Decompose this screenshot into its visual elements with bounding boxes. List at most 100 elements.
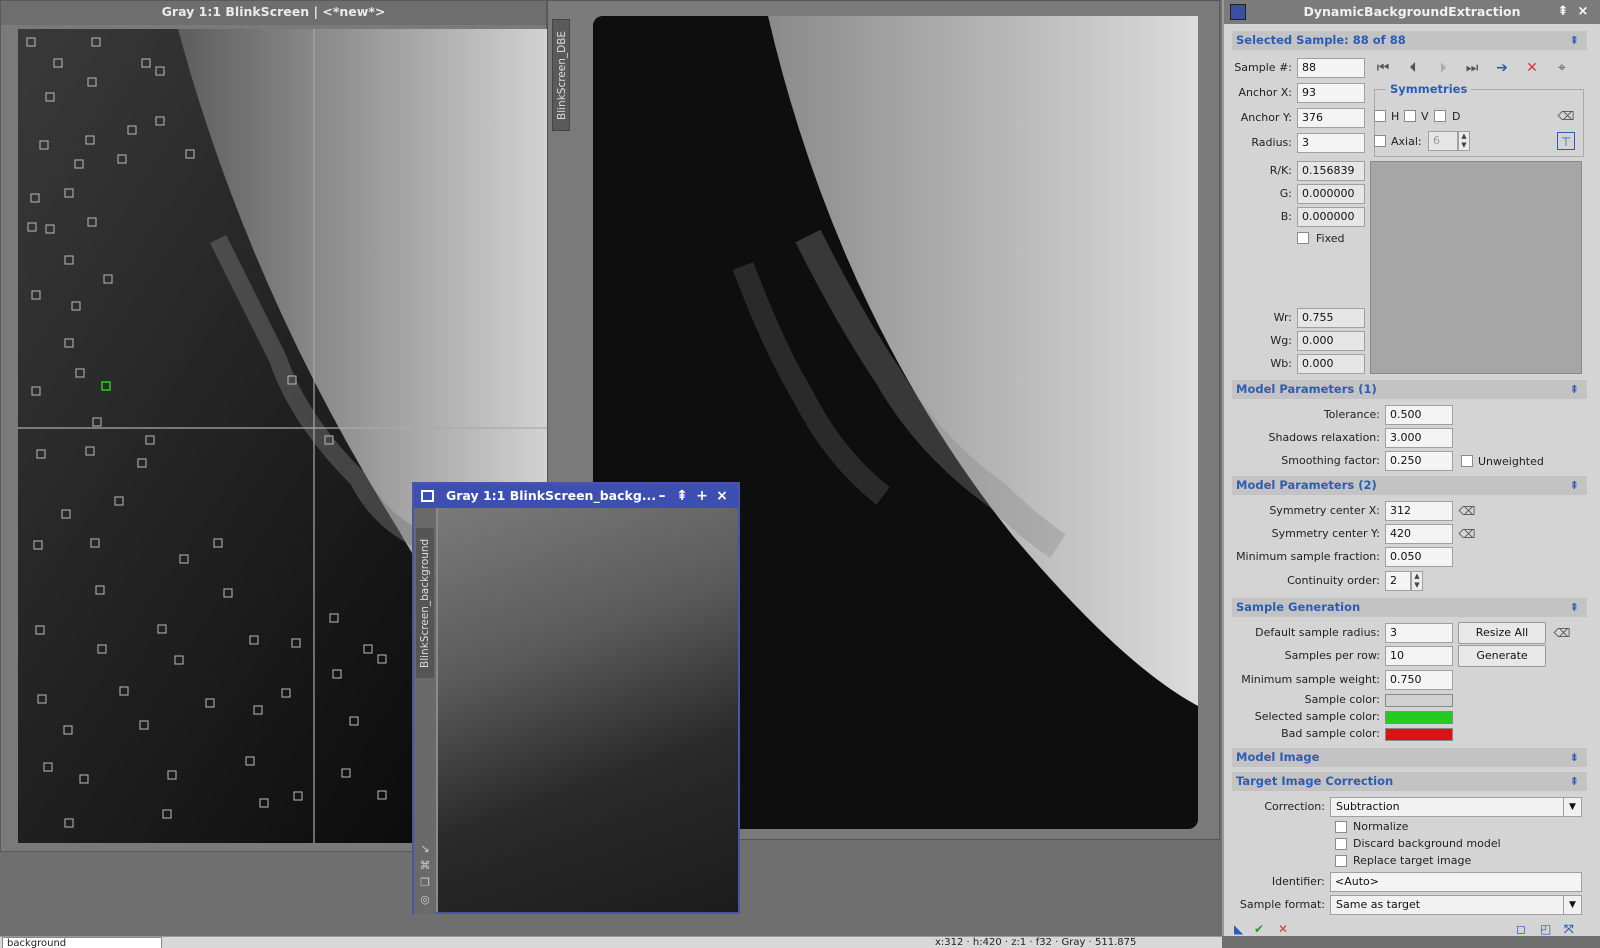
anchor-y-label: Anchor Y: xyxy=(1240,111,1292,124)
zoom-icon[interactable]: ↘ xyxy=(418,842,432,856)
close-icon[interactable]: × xyxy=(712,484,732,508)
collapse-icon[interactable]: ⇞ xyxy=(1570,772,1579,791)
sample-number-label: Sample #: xyxy=(1234,61,1292,74)
section-target-image-correction[interactable]: Target Image Correction ⇞ xyxy=(1232,772,1587,791)
minimum-sample-weight-field[interactable]: 0.750 xyxy=(1385,670,1453,690)
go-to-sample-icon[interactable]: ➔ xyxy=(1491,58,1513,78)
crosshair-icon[interactable]: ⌖ xyxy=(1551,58,1573,78)
symmetry-v-checkbox[interactable] xyxy=(1404,110,1416,122)
section-model-image[interactable]: Model Image ⇟ xyxy=(1232,748,1587,767)
chevron-down-icon: ▼ xyxy=(1563,798,1581,816)
shadows-relaxation-field[interactable]: 3.000 xyxy=(1385,428,1453,448)
middle-window-view-tab[interactable]: BlinkScreen_DBE xyxy=(552,19,570,131)
expand-all-icon[interactable]: ⤧ xyxy=(1564,922,1574,937)
correction-value: Subtraction xyxy=(1336,800,1400,813)
first-sample-icon[interactable]: ⏮ xyxy=(1372,58,1394,78)
previous-sample-icon[interactable]: ⏴ xyxy=(1402,58,1424,78)
clear-center-y-icon[interactable]: ⌫ xyxy=(1458,525,1476,543)
sample-color-swatch[interactable] xyxy=(1385,694,1453,707)
smoothing-factor-field[interactable]: 0.250 xyxy=(1385,451,1453,471)
collapse-icon[interactable]: ⇞ xyxy=(1570,598,1579,617)
sample-icon[interactable]: ⌘ xyxy=(418,859,432,873)
rk-field: 0.156839 xyxy=(1297,161,1365,181)
collapse-icon[interactable]: ⇞ xyxy=(1570,476,1579,495)
discard-background-checkbox[interactable] xyxy=(1335,838,1347,850)
default-sample-radius-field[interactable]: 3 xyxy=(1385,623,1453,643)
wg-field: 0.000 xyxy=(1297,331,1365,351)
target-icon[interactable]: ◎ xyxy=(418,893,432,907)
axial-checkbox[interactable] xyxy=(1374,135,1386,147)
background-model-window[interactable]: Gray 1:1 BlinkScreen_backg... – ⇞ + × Bl… xyxy=(412,482,740,914)
resize-all-button[interactable]: Resize All xyxy=(1458,622,1546,644)
shade-icon[interactable]: ⇞ xyxy=(672,484,692,508)
copy-icon[interactable]: ❐ xyxy=(418,876,432,890)
clear-symmetry-icon[interactable]: ⌫ xyxy=(1557,107,1575,125)
samples-per-row-field[interactable]: 10 xyxy=(1385,646,1453,666)
delete-sample-icon[interactable]: ✕ xyxy=(1521,58,1543,78)
close-icon[interactable]: × xyxy=(1574,0,1592,24)
correction-select[interactable]: Subtraction ▼ xyxy=(1330,797,1582,817)
next-sample-icon[interactable]: ⏵ xyxy=(1432,58,1454,78)
anchor-x-field[interactable]: 93 xyxy=(1297,83,1365,103)
axial-spin-icon[interactable]: ▲ ▼ xyxy=(1458,131,1470,151)
sample-format-select[interactable]: Same as target ▼ xyxy=(1330,895,1582,915)
axial-label: Axial: xyxy=(1391,135,1422,148)
normalize-checkbox[interactable] xyxy=(1335,821,1347,833)
section-title: Model Parameters (1) xyxy=(1236,382,1377,396)
radius-field[interactable]: 3 xyxy=(1297,133,1365,153)
maximize-icon[interactable]: + xyxy=(692,484,712,508)
symmetry-center-x-field[interactable]: 312 xyxy=(1385,501,1453,521)
collapse-icon[interactable]: ⇞ xyxy=(1570,380,1579,399)
continuity-spin-icon[interactable]: ▲ ▼ xyxy=(1411,571,1423,591)
tolerance-label: Tolerance: xyxy=(1323,408,1380,421)
clear-center-x-icon[interactable]: ⌫ xyxy=(1458,502,1476,520)
symmetry-apply-icon[interactable]: ⊤ xyxy=(1557,132,1575,150)
minimize-icon[interactable]: – xyxy=(652,484,672,508)
section-model-parameters-1[interactable]: Model Parameters (1) ⇞ xyxy=(1232,380,1587,399)
minimum-sample-fraction-label: Minimum sample fraction: xyxy=(1236,550,1380,563)
shade-icon[interactable]: ⇞ xyxy=(1554,0,1572,24)
axial-field[interactable]: 6 xyxy=(1428,131,1458,151)
background-window-titlebar[interactable]: Gray 1:1 BlinkScreen_backg... – ⇞ + × xyxy=(414,484,738,508)
replace-target-checkbox[interactable] xyxy=(1335,855,1347,867)
section-title: Model Image xyxy=(1236,750,1320,764)
symmetry-d-checkbox[interactable] xyxy=(1434,110,1446,122)
background-model-canvas[interactable] xyxy=(438,508,738,912)
cancel-icon[interactable]: ✕ xyxy=(1278,922,1288,936)
correction-label: Correction: xyxy=(1264,800,1325,813)
wb-field: 0.000 xyxy=(1297,354,1365,374)
view-selector[interactable]: background xyxy=(2,937,162,948)
background-view-tab[interactable]: BlinkScreen_background xyxy=(416,528,434,678)
continuity-order-field[interactable]: 2 xyxy=(1385,571,1411,591)
unweighted-checkbox[interactable] xyxy=(1461,455,1473,467)
section-title: Sample Generation xyxy=(1236,600,1361,614)
anchor-y-field[interactable]: 376 xyxy=(1297,108,1365,128)
minimum-sample-weight-label: Minimum sample weight: xyxy=(1241,673,1380,686)
collapse-icon[interactable]: ⇞ xyxy=(1570,31,1579,50)
reset-icon[interactable]: ◰ xyxy=(1540,922,1551,936)
symmetry-h-checkbox[interactable] xyxy=(1374,110,1386,122)
identifier-field[interactable]: <Auto> xyxy=(1330,872,1582,892)
section-sample-generation[interactable]: Sample Generation ⇞ xyxy=(1232,598,1587,617)
section-model-parameters-2[interactable]: Model Parameters (2) ⇞ xyxy=(1232,476,1587,495)
browse-documentation-icon[interactable]: ◻ xyxy=(1516,922,1526,936)
minimum-sample-fraction-field[interactable]: 0.050 xyxy=(1385,547,1453,567)
clear-radius-icon[interactable]: ⌫ xyxy=(1553,624,1571,642)
expand-icon[interactable]: ⇟ xyxy=(1570,748,1579,767)
last-sample-icon[interactable]: ⏭ xyxy=(1461,58,1483,78)
dbe-titlebar[interactable]: DynamicBackgroundExtraction ⇞ × xyxy=(1224,0,1600,24)
generate-button[interactable]: Generate xyxy=(1458,645,1546,667)
apply-global-icon[interactable]: ✔ xyxy=(1254,922,1264,936)
new-instance-icon[interactable]: ◣ xyxy=(1234,922,1243,936)
bad-sample-color-swatch[interactable] xyxy=(1385,728,1453,741)
chevron-down-icon: ▼ xyxy=(1563,896,1581,914)
symmetry-center-y-field[interactable]: 420 xyxy=(1385,524,1453,544)
fixed-checkbox[interactable] xyxy=(1297,232,1309,244)
selected-sample-color-swatch[interactable] xyxy=(1385,711,1453,724)
section-title: Selected Sample: 88 of 88 xyxy=(1236,33,1406,47)
replace-target-label: Replace target image xyxy=(1353,854,1472,867)
tolerance-field[interactable]: 0.500 xyxy=(1385,405,1453,425)
section-selected-sample[interactable]: Selected Sample: 88 of 88 ⇞ xyxy=(1232,31,1587,50)
sample-number-field[interactable]: 88 xyxy=(1297,58,1365,78)
symmetry-center-x-label: Symmetry center X: xyxy=(1269,504,1380,517)
